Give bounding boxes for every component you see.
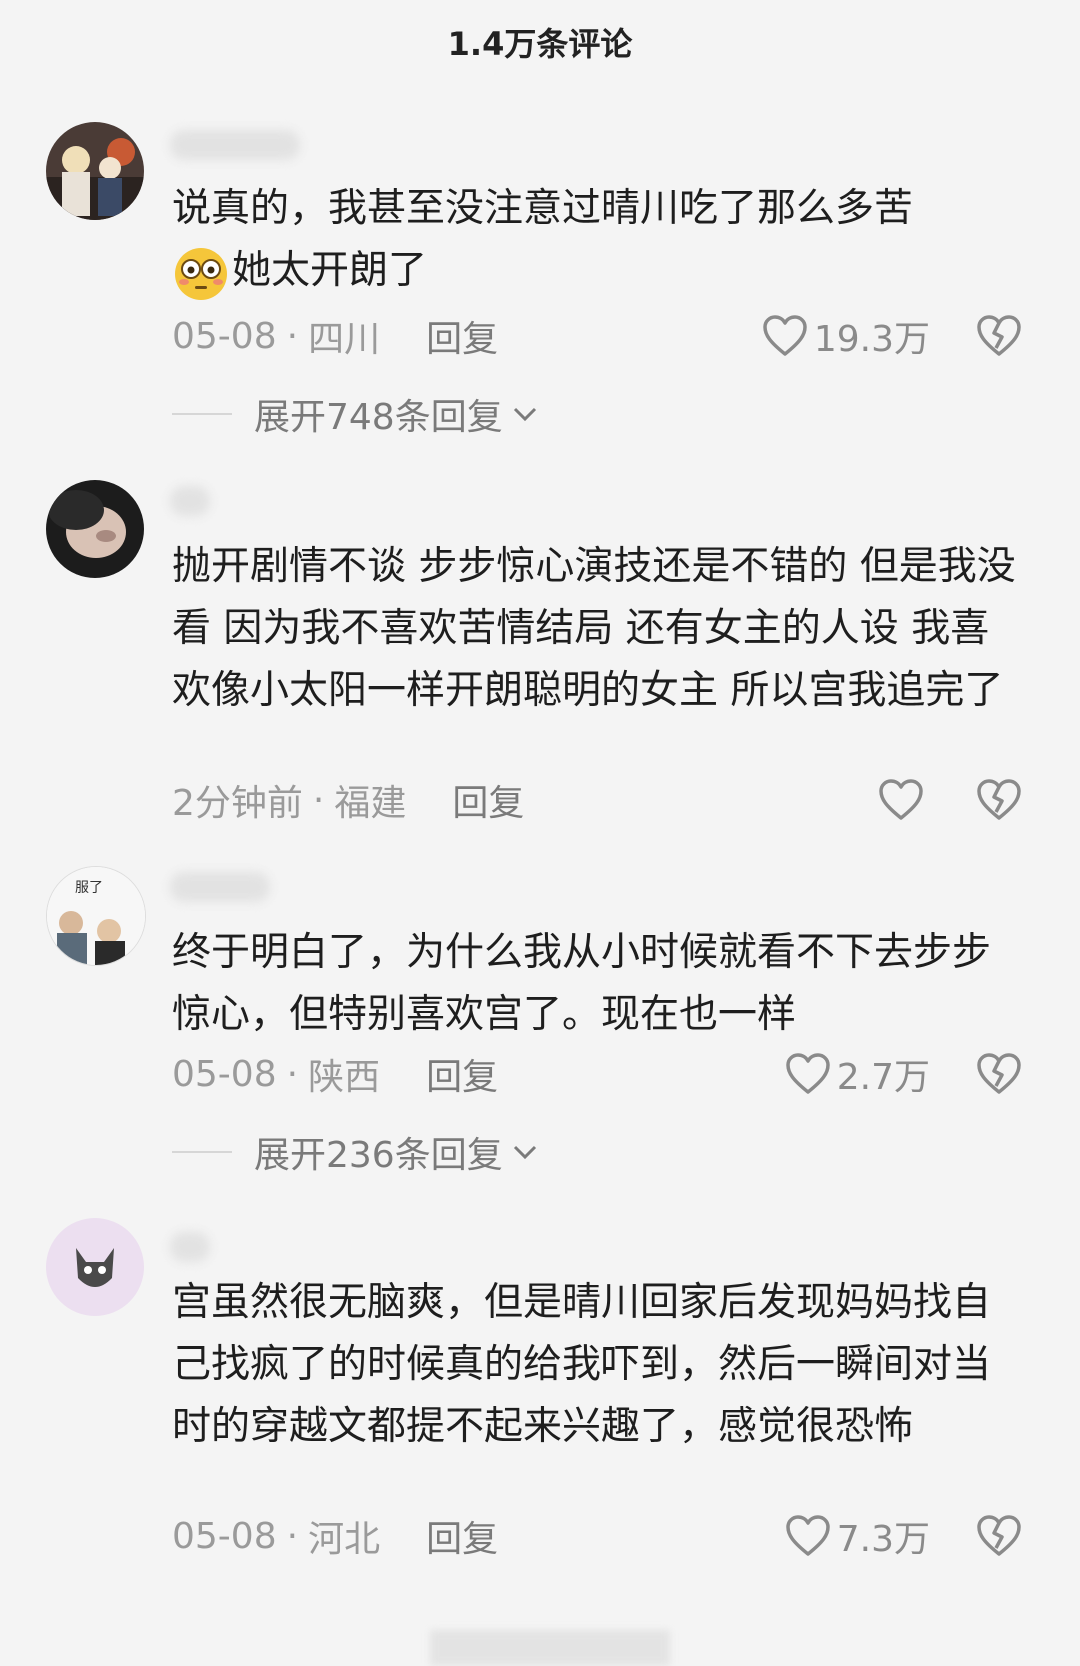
comment-date: 2分钟前 — [172, 783, 303, 824]
like-button[interactable]: 7.3万 — [785, 1510, 930, 1562]
comment-date: 05-08 — [172, 1515, 277, 1557]
expand-replies-label: 展开236条回复 — [254, 1135, 503, 1176]
dislike-button[interactable] — [976, 1515, 1022, 1557]
user-avatar[interactable]: 服了 — [46, 866, 146, 966]
dislike-button[interactable] — [976, 1053, 1022, 1095]
heart-icon — [785, 1515, 830, 1556]
chevron-down-icon — [513, 1145, 536, 1160]
like-button[interactable]: 2.7万 — [785, 1048, 930, 1100]
heart-icon — [785, 1053, 830, 1094]
comment-location: 陕西 — [308, 1057, 381, 1098]
expand-replies-label: 展开748条回复 — [254, 397, 503, 438]
comment-text: 终于明白了，为什么我从小时候就看不下去步步惊心，但特别喜欢宫了。现在也一样 — [172, 930, 992, 1037]
comment-text: 抛开剧情不谈 步步惊心演技还是不错的 但是我没看 因为我不喜欢苦情结局 还有女主… — [172, 544, 1016, 713]
expand-divider — [172, 1151, 232, 1153]
comment-meta: 05-08 · 四川 回复 19.3万 — [172, 306, 1040, 366]
comment-meta: 05-08 · 河北 回复 7.3万 — [172, 1506, 1040, 1566]
comment-count-title: 1.4万条评论 — [447, 25, 633, 63]
broken-heart-icon — [977, 1053, 1021, 1094]
comment-location: 河北 — [308, 1519, 381, 1560]
broken-heart-icon — [977, 1515, 1021, 1556]
reply-button[interactable]: 回复 — [426, 1510, 498, 1562]
meta-separator: · — [286, 1515, 299, 1557]
dislike-button[interactable] — [976, 779, 1022, 821]
like-button[interactable] — [878, 779, 930, 821]
username-blurred[interactable] — [170, 1232, 210, 1262]
user-avatar[interactable] — [46, 1218, 144, 1316]
flushed-face-emoji — [172, 244, 230, 302]
comment-text: 宫虽然很无脑爽，但是晴川回家后发现妈妈找自己找疯了的时候真的给我吓到，然后一瞬间… — [172, 1280, 992, 1449]
like-button[interactable]: 19.3万 — [762, 310, 930, 362]
like-count: 7.3万 — [836, 1519, 930, 1560]
comment-date: 05-08 — [172, 1053, 277, 1095]
comment-location: 福建 — [334, 783, 407, 824]
comment-location: 四川 — [308, 319, 381, 360]
watermark-blurred — [430, 1630, 670, 1666]
reply-button[interactable]: 回复 — [426, 310, 498, 362]
reply-button[interactable]: 回复 — [452, 774, 524, 826]
reply-button[interactable]: 回复 — [426, 1048, 498, 1100]
meta-separator: · — [312, 779, 325, 821]
expand-replies-button[interactable]: 展开748条回复 — [172, 386, 539, 442]
user-avatar[interactable] — [46, 480, 144, 578]
avatar-caption: 服了 — [75, 880, 103, 896]
username-blurred[interactable] — [170, 872, 270, 902]
like-count: 19.3万 — [813, 319, 930, 360]
like-count: 2.7万 — [836, 1057, 930, 1098]
heart-icon — [763, 315, 807, 356]
expand-divider — [172, 413, 232, 415]
meta-separator: · — [286, 1053, 299, 1095]
meta-separator: · — [286, 315, 299, 357]
comment-meta: 2分钟前 · 福建 回复 — [172, 770, 1040, 830]
chevron-down-icon — [513, 407, 536, 422]
username-blurred[interactable] — [170, 130, 300, 160]
heart-icon — [879, 779, 923, 820]
comments-header: 1.4万条评论 — [0, 0, 1080, 84]
expand-replies-button[interactable]: 展开236条回复 — [172, 1124, 539, 1180]
comment-text: 说真的，我甚至没注意过晴川吃了那么多苦 她太开朗了 — [172, 178, 1020, 302]
broken-heart-icon — [977, 315, 1021, 356]
dislike-button[interactable] — [976, 315, 1022, 357]
username-blurred[interactable] — [170, 486, 210, 516]
broken-heart-icon — [977, 779, 1021, 820]
user-avatar[interactable] — [46, 122, 144, 220]
comment-date: 05-08 — [172, 315, 277, 357]
comment-meta: 05-08 · 陕西 回复 2.7万 — [172, 1044, 1040, 1104]
